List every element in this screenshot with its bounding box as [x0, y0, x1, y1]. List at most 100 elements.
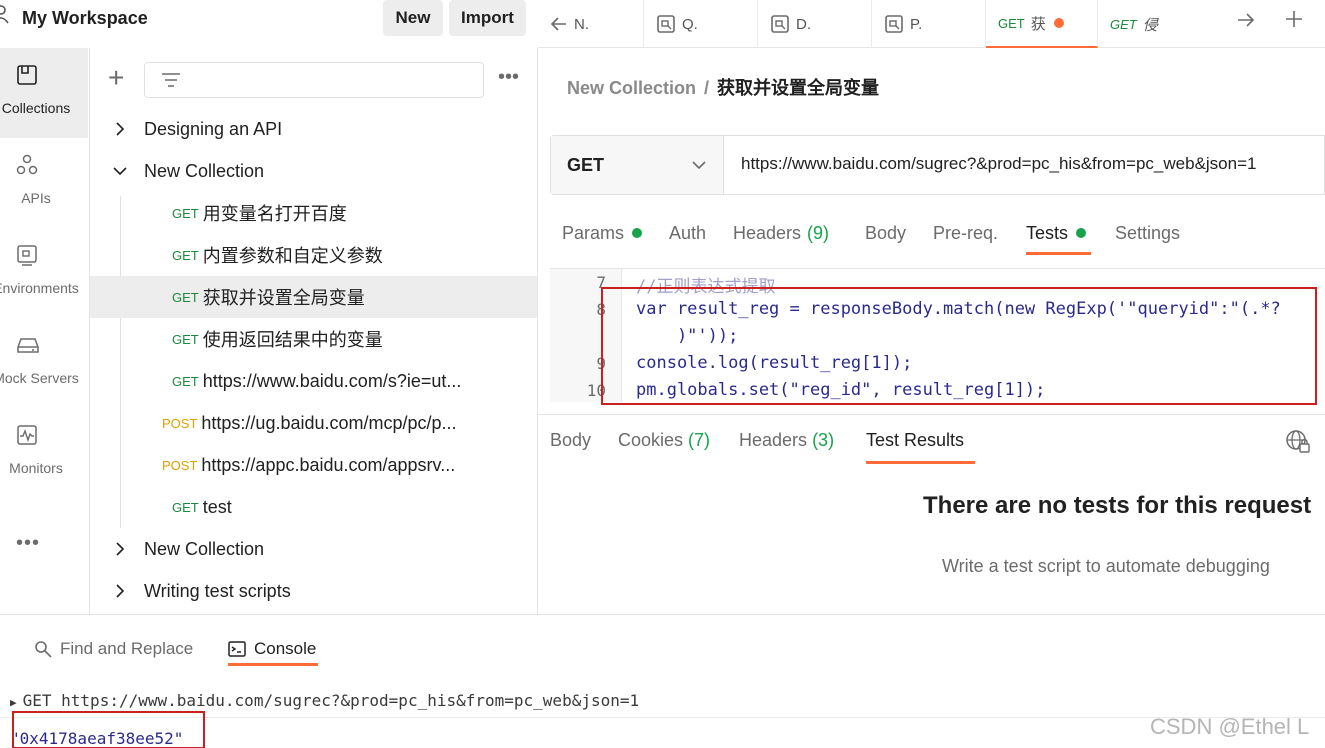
breadcrumb-current[interactable]: 获取并设置全局变量: [717, 78, 879, 98]
add-tab-icon[interactable]: [1284, 9, 1304, 29]
tab-1[interactable]: N.: [538, 0, 644, 48]
chevron-down-icon: [692, 161, 706, 170]
highlight-box: [12, 711, 205, 748]
new-button[interactable]: New: [383, 0, 443, 36]
line-number: 10: [586, 381, 606, 400]
folder-name: Writing test scripts: [144, 580, 291, 601]
example-icon: [885, 15, 903, 33]
rail-item-monitors[interactable]: Monitors: [0, 408, 88, 498]
tab-3[interactable]: D.: [758, 0, 872, 48]
tree-request[interactable]: POST https://appc.baidu.com/appsrv...: [90, 444, 537, 486]
tree-folder[interactable]: Designing an API: [90, 108, 537, 150]
add-collection-icon[interactable]: +: [108, 64, 124, 92]
example-icon: [657, 15, 675, 33]
count-badge: (3): [812, 430, 835, 450]
tree-request-selected[interactable]: GET 获取并设置全局变量: [90, 276, 537, 318]
monitors-icon: [17, 425, 37, 445]
tab-4[interactable]: P.: [872, 0, 986, 48]
breadcrumb: New Collection / 获取并设置全局变量: [567, 74, 879, 100]
tree-folder[interactable]: Writing test scripts: [90, 570, 537, 612]
tab-pre-request[interactable]: Pre-req.: [933, 220, 998, 246]
chevron-down-icon[interactable]: [112, 163, 128, 179]
globe-lock-icon[interactable]: [1285, 429, 1311, 455]
sidebar-more-icon[interactable]: •••: [498, 66, 519, 89]
tab-label: P.: [910, 15, 923, 33]
filter-input[interactable]: [144, 62, 484, 98]
folder-name: New Collection: [144, 160, 265, 181]
tab-label: Headers: [739, 430, 808, 450]
console-tab[interactable]: Console: [228, 639, 316, 659]
response-divider[interactable]: [538, 414, 1325, 415]
tab-label: Q.: [682, 15, 698, 33]
tab-headers[interactable]: Headers (9): [733, 220, 829, 246]
chevron-right-icon[interactable]: [112, 541, 128, 557]
tab-label: Cookies: [618, 430, 684, 450]
request-name: 获取并设置全局变量: [202, 288, 365, 308]
chevron-right-icon[interactable]: [112, 583, 128, 599]
tab-auth[interactable]: Auth: [669, 220, 706, 246]
tree-folder[interactable]: New Collection: [90, 528, 537, 570]
search-icon: [35, 641, 52, 658]
resp-tab-cookies[interactable]: Cookies (7): [618, 430, 710, 451]
tree-folder[interactable]: New Collection: [90, 150, 537, 192]
apis-icon: [16, 154, 38, 175]
tab-settings[interactable]: Settings: [1115, 220, 1180, 246]
tab-label: Console: [254, 639, 317, 658]
tree-request[interactable]: POST https://ug.baidu.com/mcp/pc/p...: [90, 402, 537, 444]
line-number: 9: [596, 354, 606, 373]
breadcrumb-parent[interactable]: New Collection: [567, 78, 696, 98]
import-button[interactable]: Import: [449, 0, 526, 36]
tab-method: GET: [998, 15, 1025, 31]
method-select[interactable]: GET: [551, 136, 724, 194]
method-badge: POST: [162, 457, 198, 473]
tab-label: Auth: [669, 222, 707, 243]
tab-label: 侵: [1142, 16, 1158, 34]
rail-item-environments[interactable]: Environments: [0, 228, 88, 318]
line-number: 7: [596, 273, 606, 292]
rail-more-icon[interactable]: •••: [16, 532, 40, 555]
chevron-right-icon[interactable]: [112, 121, 128, 137]
tab-label: Params: [562, 222, 625, 243]
method-badge: GET: [172, 331, 199, 347]
active-tab-indicator: [1026, 252, 1091, 255]
expand-triangle-icon[interactable]: ▶: [10, 696, 17, 709]
request-name: 用变量名打开百度: [202, 204, 347, 224]
environments-icon: [17, 245, 37, 266]
tab-label: Body: [865, 222, 907, 243]
url-input[interactable]: https://www.baidu.com/sugrec?&prod=pc_hi…: [741, 154, 1256, 174]
rail-item-collections[interactable]: Collections: [0, 48, 88, 138]
folder-name: Designing an API: [144, 118, 283, 139]
collections-sidebar: + ••• Designing an API New Collection GE…: [90, 48, 538, 614]
resp-tab-test-results[interactable]: Test Results: [866, 430, 964, 451]
highlight-box: [601, 287, 1317, 405]
method-badge: GET: [172, 499, 199, 515]
rail-item-mock-servers[interactable]: Mock Servers: [0, 318, 88, 408]
tab-6[interactable]: GET 侵: [1098, 0, 1208, 48]
tab-active[interactable]: GET 获: [986, 0, 1098, 48]
folder-name: New Collection: [144, 538, 265, 559]
tree-request[interactable]: GET test: [90, 486, 537, 528]
tree-request[interactable]: GET 用变量名打开百度: [90, 192, 537, 234]
tab-params[interactable]: Params: [562, 220, 643, 246]
arrow-left-icon: [550, 17, 566, 31]
tab-2[interactable]: Q.: [644, 0, 758, 48]
user-icon[interactable]: [0, 4, 10, 24]
tab-body[interactable]: Body: [865, 220, 906, 246]
resp-tab-body[interactable]: Body: [550, 430, 591, 451]
tree-request[interactable]: GET https://www.baidu.com/s?ie=ut...: [90, 360, 537, 402]
empty-state-subtitle[interactable]: Write a test script to automate debuggin…: [942, 556, 1270, 577]
tab-label: Body: [550, 430, 592, 450]
resp-tab-headers[interactable]: Headers (3): [739, 430, 834, 451]
empty-state-title: There are no tests for this request: [923, 492, 1312, 519]
tree-request[interactable]: GET 使用返回结果中的变量: [90, 318, 537, 360]
tab-tests[interactable]: Tests: [1026, 220, 1087, 246]
tree-request[interactable]: GET 内置参数和自定义参数: [90, 234, 537, 276]
find-replace-tab[interactable]: Find and Replace: [34, 639, 193, 659]
method-value: GET: [567, 154, 605, 175]
arrow-right-icon[interactable]: [1236, 10, 1256, 30]
console-log-request[interactable]: ▶ GET https://www.baidu.com/sugrec?&prod=…: [10, 691, 639, 710]
workspace-title[interactable]: My Workspace: [22, 8, 148, 29]
workspace-header: My Workspace New Import: [0, 0, 538, 40]
rail-item-apis[interactable]: APIs: [0, 138, 88, 228]
tab-label: Find and Replace: [60, 639, 194, 658]
